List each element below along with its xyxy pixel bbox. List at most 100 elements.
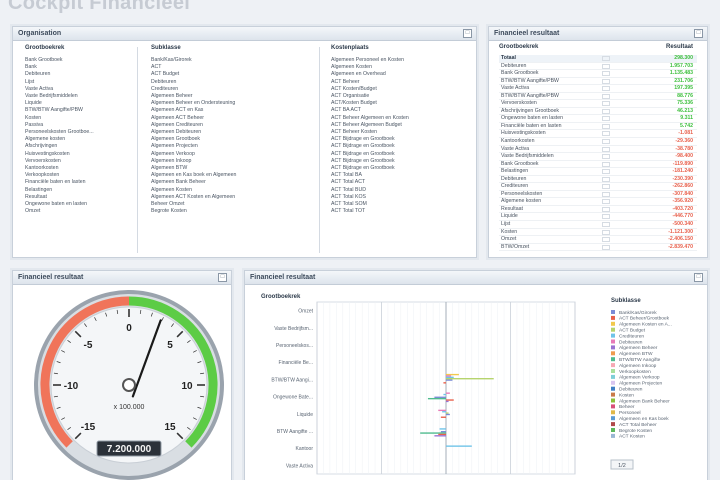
org-list-item[interactable]: Bank/Kas/Girorek: [151, 57, 311, 64]
org-list-item[interactable]: ACT Total BA: [331, 172, 471, 179]
org-list-item[interactable]: Ongewone baten en lasten: [25, 201, 125, 208]
org-list-item[interactable]: ACT Bijdrage en Grootboek: [331, 165, 471, 172]
result-row[interactable]: Vaste Activa 197.395: [499, 85, 697, 93]
org-list-item[interactable]: Algemeen en Overhead: [331, 71, 471, 78]
org-list-item[interactable]: ACT Total ACT: [331, 179, 471, 186]
org-list-item[interactable]: Algemeen Projecten: [151, 143, 311, 150]
org-list-item[interactable]: Vaste Bedrijfsmiddelen: [25, 93, 125, 100]
org-list-item[interactable]: ACT Bijdrage en Grootboek: [331, 151, 471, 158]
org-list-item[interactable]: Liquide: [25, 100, 125, 107]
org-list-item[interactable]: ACT Beheer: [331, 79, 471, 86]
org-list-item[interactable]: Afschrijvingen: [25, 143, 125, 150]
bar[interactable]: [438, 409, 446, 412]
legend-item[interactable]: Algemeen Verkoop: [619, 375, 660, 381]
legend-item[interactable]: Beheer: [619, 404, 635, 410]
org-list-item[interactable]: Algemeen Crediteuren: [151, 122, 311, 129]
result-row[interactable]: Huisvestingskosten -1.081: [499, 130, 697, 139]
result-row[interactable]: Debiteuren 1.957.703: [499, 63, 697, 71]
result-row[interactable]: Kantoorkosten -29.360: [499, 138, 697, 146]
result-row[interactable]: Algemene kosten -356.920: [499, 198, 697, 206]
bar[interactable]: [446, 399, 454, 401]
bar[interactable]: [446, 445, 472, 447]
result-row[interactable]: Debiteuren -230.390: [499, 176, 697, 184]
org-list-item[interactable]: Resultaat: [25, 194, 125, 201]
org-list-item[interactable]: Personeelskosten Grootboe...: [25, 129, 125, 136]
org-list-item[interactable]: Vervoerskosten: [25, 158, 125, 165]
org-list-item[interactable]: ACT Kosten/Budget: [331, 86, 471, 93]
org-list-item[interactable]: Algemeen Grootboek: [151, 136, 311, 143]
org-list-item[interactable]: Algemeen Bank Beheer: [151, 179, 311, 186]
bar[interactable]: [420, 432, 446, 434]
legend-item[interactable]: ACT Budget: [619, 328, 646, 334]
org-list-item[interactable]: ACT Total KOS: [331, 194, 471, 201]
legend-item[interactable]: Algemeen en Kas boek: [619, 416, 669, 422]
org-list-item[interactable]: ACT Organisatie: [331, 93, 471, 100]
legend-item[interactable]: Algemeen Kosten en A...: [619, 322, 672, 328]
org-list-item[interactable]: Lijst: [25, 79, 125, 86]
result-row[interactable]: Belastingen -181.240: [499, 168, 697, 176]
result-row[interactable]: Bank Grootboek -119.890: [499, 161, 697, 169]
legend-item[interactable]: Algemeen Projecten: [619, 381, 663, 387]
org-list-item[interactable]: Bank: [25, 64, 125, 71]
org-list-item[interactable]: Algemeen Verkoop: [151, 151, 311, 158]
org-list-item[interactable]: ACT Total BUD: [331, 187, 471, 194]
legend-item[interactable]: Kosten: [619, 392, 634, 398]
org-list-item[interactable]: ACT Total SOM: [331, 201, 471, 208]
legend-item[interactable]: Bank/Kas/Girorek: [619, 310, 657, 316]
result-row[interactable]: Financiële baten en lasten 5.742: [499, 123, 697, 131]
org-list-item[interactable]: Debiteuren: [151, 79, 311, 86]
org-list-item[interactable]: Kosten: [25, 115, 125, 122]
bar[interactable]: [446, 400, 449, 403]
org-list-item[interactable]: Algemeen Personeel en Kosten: [331, 57, 471, 64]
org-list-item[interactable]: ACT BA ACT: [331, 107, 471, 114]
org-list-item[interactable]: ACT Beheer Algemeen Budget: [331, 122, 471, 129]
org-list-item[interactable]: Beheer Omzet: [151, 201, 311, 208]
legend-item[interactable]: Algemeen Inkoop: [619, 363, 657, 369]
result-row[interactable]: Liquide -446.770: [499, 213, 697, 222]
maximize-icon[interactable]: □: [694, 29, 703, 38]
org-list-item[interactable]: BTW/BTW Aangifte/PBW: [25, 107, 125, 114]
result-row[interactable]: Omzet -2.406.150: [499, 236, 697, 244]
org-list-item[interactable]: ACT Budget: [151, 71, 311, 78]
org-list-item[interactable]: Algemeen Kosten: [331, 64, 471, 71]
org-list-item[interactable]: ACT Bijdrage en Grootboek: [331, 158, 471, 165]
result-row[interactable]: Lijst -500.340: [499, 221, 697, 229]
legend-item[interactable]: BTW/BTW Aangifte: [619, 357, 661, 363]
bar[interactable]: [427, 397, 446, 400]
legend-item[interactable]: Algemeen BTW: [619, 351, 653, 357]
org-list-item[interactable]: Begrote Kosten: [151, 208, 311, 215]
org-list-item[interactable]: Belastingen: [25, 187, 125, 194]
org-list-item[interactable]: Algemeen ACT en Kas: [151, 107, 311, 114]
legend-item[interactable]: Debiteuren: [619, 339, 643, 345]
org-list-item[interactable]: Algemeen Debiteuren: [151, 129, 311, 136]
org-list-item[interactable]: Algemeen Kosten: [151, 187, 311, 194]
result-row[interactable]: Vervoerskosten 75.336: [499, 100, 697, 108]
result-row[interactable]: Vaste Activa -38.780: [499, 146, 697, 154]
bar[interactable]: [446, 413, 450, 416]
org-list-item[interactable]: Financiële baten en lasten: [25, 179, 125, 186]
bar[interactable]: [446, 375, 452, 377]
org-list-item[interactable]: ACT Total TOT: [331, 208, 471, 215]
org-list-item[interactable]: Algemeen Beheer en Ondersteuning: [151, 100, 311, 107]
org-list-item[interactable]: Algemeen ACT Kosten en Algemeen: [151, 194, 311, 201]
org-list-item[interactable]: Algemeen ACT Beheer: [151, 115, 311, 122]
org-list-item[interactable]: Bank Grootboek: [25, 57, 125, 64]
legend-item[interactable]: Algemeen Bank Beheer: [619, 398, 670, 404]
bar[interactable]: [446, 373, 459, 376]
org-list-item[interactable]: Debiteuren: [25, 71, 125, 78]
org-list-item[interactable]: Passiva: [25, 122, 125, 129]
result-row[interactable]: BTW/BTW Aangifte/PBW 231.706: [499, 78, 697, 86]
maximize-icon[interactable]: □: [463, 29, 472, 38]
legend-item[interactable]: ACT Kosten: [619, 434, 645, 440]
bar[interactable]: [434, 396, 446, 398]
bar[interactable]: [443, 382, 446, 384]
result-row[interactable]: Totaal 298.300: [499, 55, 697, 63]
org-list-item[interactable]: Omzet: [25, 208, 125, 215]
org-list-item[interactable]: Kantoorkosten: [25, 165, 125, 172]
org-list-item[interactable]: Algemeen Beheer: [151, 93, 311, 100]
bar[interactable]: [440, 431, 446, 433]
legend-item[interactable]: Personeel: [619, 410, 641, 416]
legend-item[interactable]: Algemeen Beheer: [619, 345, 658, 351]
result-row[interactable]: BTW/BTW Aangifte/PBW 88.776: [499, 93, 697, 101]
result-row[interactable]: BTW/Omzet -2.839.470: [499, 244, 697, 252]
